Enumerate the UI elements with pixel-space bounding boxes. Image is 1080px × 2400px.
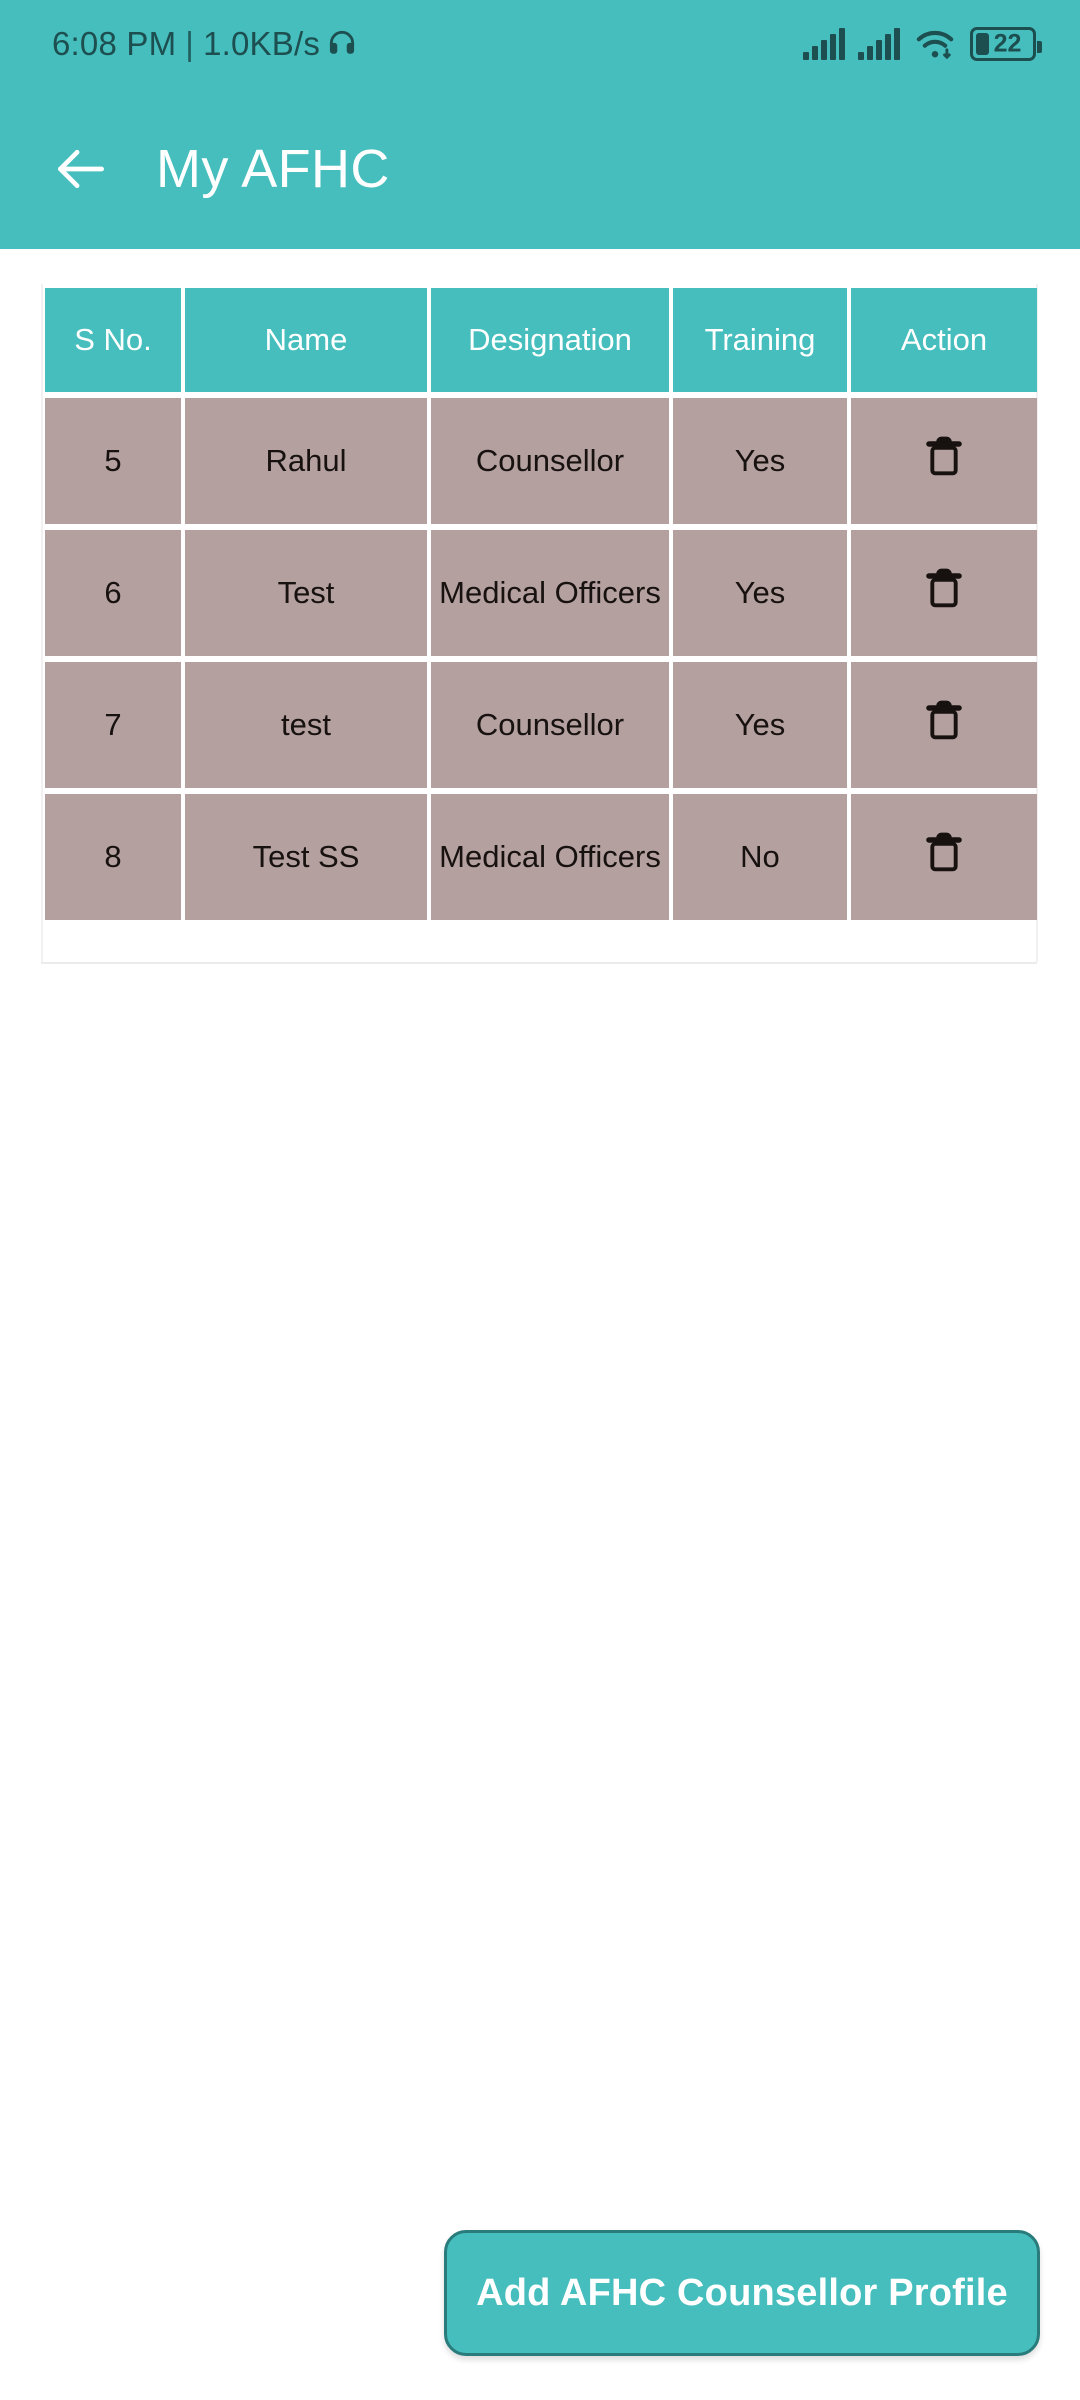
table-row: 5 Rahul Counsellor Yes (45, 398, 1037, 524)
cell-action[interactable] (851, 662, 1037, 788)
cell-training: No (673, 794, 847, 920)
cell-sno: 8 (45, 794, 181, 920)
table-header-row: S No. Name Designation Training Action (45, 288, 1037, 392)
battery-icon: 22 (970, 27, 1042, 61)
cell-action[interactable] (851, 398, 1037, 524)
cell-sno: 6 (45, 530, 181, 656)
table-body: 5 Rahul Counsellor Yes 6 Test Medical Of… (45, 398, 1037, 920)
status-bar: 6:08 PM | 1.0KB/s 22 (0, 0, 1080, 88)
cell-designation: Counsellor (431, 662, 669, 788)
column-header-training: Training (673, 288, 847, 392)
signal-bars-icon-2 (858, 28, 900, 60)
trash-icon[interactable] (922, 565, 966, 611)
status-time: 6:08 PM (52, 25, 177, 62)
column-header-sno: S No. (45, 288, 181, 392)
add-afhc-counsellor-profile-button[interactable]: Add AFHC Counsellor Profile (444, 2230, 1040, 2356)
table-header: S No. Name Designation Training Action (45, 288, 1037, 392)
wifi-icon (913, 27, 957, 61)
phone-screen: 6:08 PM | 1.0KB/s 22 My AFHC S No. Name … (0, 0, 1080, 2400)
status-bar-left: 6:08 PM | 1.0KB/s (52, 24, 358, 64)
cell-action[interactable] (851, 530, 1037, 656)
table-row: 6 Test Medical Officers Yes (45, 530, 1037, 656)
cell-designation: Medical Officers (431, 794, 669, 920)
table-row: 7 test Counsellor Yes (45, 662, 1037, 788)
table-row: 8 Test SS Medical Officers No (45, 794, 1037, 920)
cell-training: Yes (673, 398, 847, 524)
battery-level: 22 (993, 29, 1022, 58)
cell-name: Test (185, 530, 427, 656)
column-header-designation: Designation (431, 288, 669, 392)
signal-bars-icon (803, 28, 845, 60)
cell-designation: Medical Officers (431, 530, 669, 656)
arrow-left-icon (50, 138, 112, 200)
cell-training: Yes (673, 530, 847, 656)
trash-icon[interactable] (922, 433, 966, 479)
status-bar-right: 22 (803, 27, 1042, 61)
back-button[interactable] (26, 114, 136, 224)
cell-action[interactable] (851, 794, 1037, 920)
cell-name: Test SS (185, 794, 427, 920)
afhc-table: S No. Name Designation Training Action 5… (41, 282, 1041, 926)
column-header-name: Name (185, 288, 427, 392)
cell-designation: Counsellor (431, 398, 669, 524)
table-bottom-border (41, 962, 1037, 964)
trash-icon[interactable] (922, 697, 966, 743)
status-separator: | (185, 25, 195, 62)
cell-sno: 5 (45, 398, 181, 524)
status-network-speed: 1.0KB/s (203, 25, 321, 62)
cell-name: test (185, 662, 427, 788)
app-bar: My AFHC (0, 88, 1080, 249)
cell-name: Rahul (185, 398, 427, 524)
cell-training: Yes (673, 662, 847, 788)
headset-icon (326, 27, 358, 67)
afhc-table-container: S No. Name Designation Training Action 5… (41, 282, 1039, 926)
trash-icon[interactable] (922, 829, 966, 875)
cell-sno: 7 (45, 662, 181, 788)
column-header-action: Action (851, 288, 1037, 392)
page-title: My AFHC (156, 138, 390, 199)
